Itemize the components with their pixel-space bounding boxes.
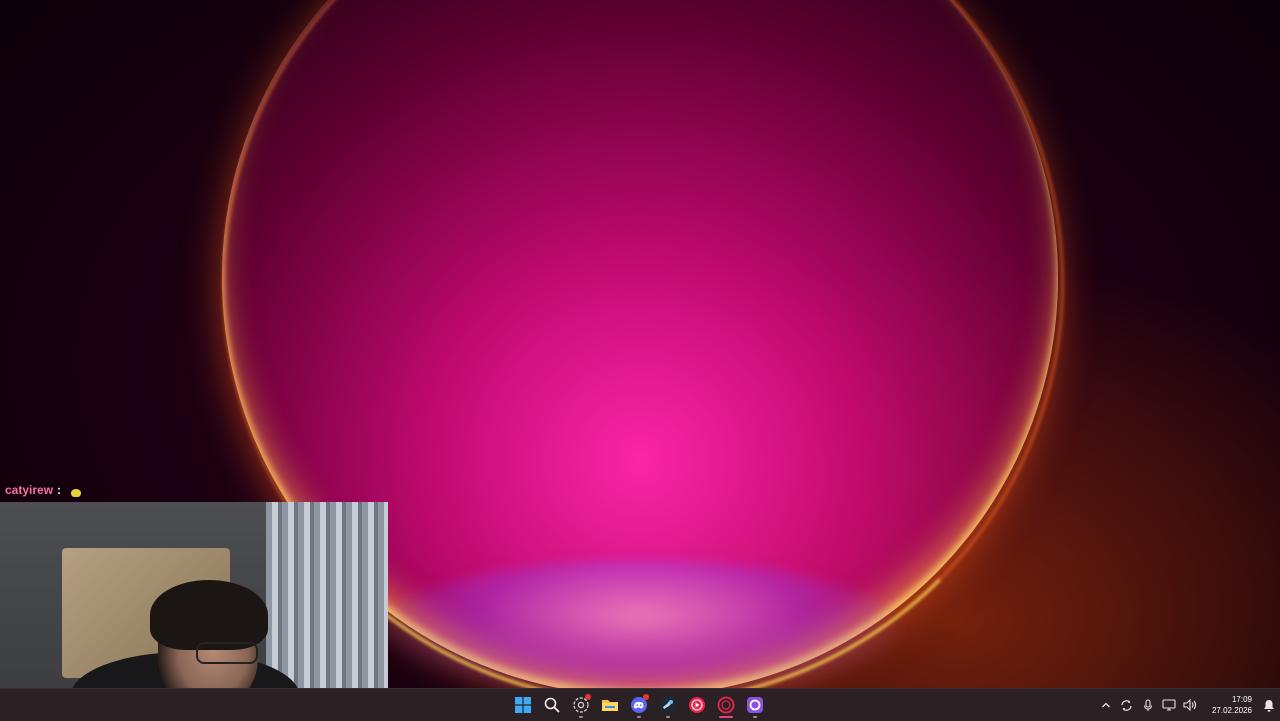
taskbar-apps — [511, 689, 767, 721]
running-indicator — [753, 716, 757, 718]
bell-icon — [1264, 699, 1274, 712]
chat-username: catyirew — [5, 483, 54, 497]
search-button[interactable] — [540, 691, 564, 719]
microphone-icon — [1143, 698, 1152, 711]
chat-emote-icon — [71, 489, 82, 497]
network-tray-button[interactable] — [1158, 691, 1179, 719]
app-media-player[interactable] — [685, 691, 709, 719]
taskbar: 17:09 27.02.2026 — [0, 688, 1280, 721]
app-twitch-client[interactable] — [743, 691, 767, 719]
chat-separator: : — [57, 483, 62, 497]
folder-icon — [602, 700, 618, 711]
notification-badge — [585, 694, 591, 700]
chevron-up-icon — [1101, 702, 1110, 708]
stream-chat-message: catyirew : — [5, 483, 82, 497]
app-discord[interactable] — [627, 691, 651, 719]
system-tray: 17:09 27.02.2026 — [1095, 689, 1280, 721]
microphone-tray-button[interactable] — [1137, 691, 1158, 719]
speaker-icon — [1182, 699, 1196, 711]
app-obs[interactable] — [714, 691, 738, 719]
taskbar-clock[interactable]: 17:09 27.02.2026 — [1206, 694, 1252, 716]
app-file-explorer[interactable] — [598, 691, 622, 719]
show-hidden-icons-button[interactable] — [1095, 691, 1116, 719]
volume-tray-button[interactable] — [1179, 691, 1200, 719]
clock-time: 17:09 — [1231, 695, 1252, 704]
app-steam[interactable] — [656, 691, 680, 719]
network-monitor-icon — [1161, 699, 1176, 711]
search-icon — [544, 697, 560, 713]
start-button[interactable] — [511, 691, 535, 719]
steam-icon — [660, 697, 676, 713]
clock-date: 27.02.2026 — [1211, 706, 1252, 715]
running-indicator — [666, 716, 670, 718]
notification-center-button[interactable] — [1258, 691, 1280, 719]
app-chrome-dev[interactable] — [569, 691, 593, 719]
circle-app-icon — [747, 697, 763, 713]
play-icon — [689, 697, 705, 713]
windows-logo-icon — [515, 697, 531, 713]
sync-icon — [1121, 699, 1132, 711]
webcam-person-hair — [150, 580, 268, 650]
running-indicator — [579, 716, 583, 718]
running-indicator — [637, 716, 641, 718]
notification-badge — [643, 694, 649, 700]
webcam-person-glasses — [196, 642, 258, 664]
sync-tray-button[interactable] — [1116, 691, 1137, 719]
record-icon — [717, 696, 735, 714]
